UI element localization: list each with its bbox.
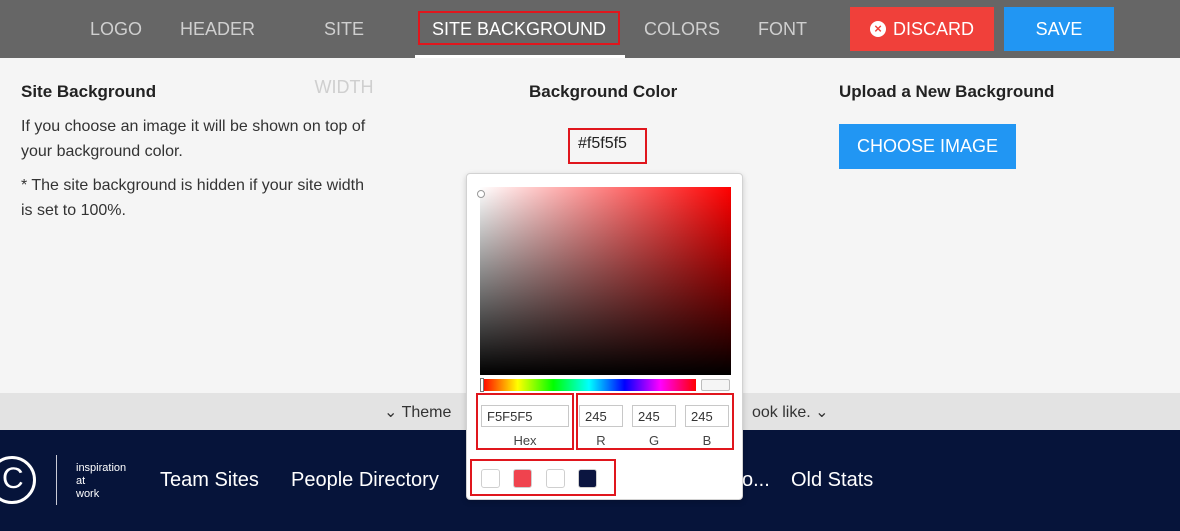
tab-site-background[interactable]: SITE BACKGROUND (420, 0, 618, 58)
saturation-handle[interactable] (477, 190, 485, 198)
tab-colors[interactable]: COLORS (644, 0, 720, 58)
nav-link-people-directory[interactable]: People Directory (291, 469, 439, 492)
red-input[interactable] (579, 405, 623, 427)
swatch-white[interactable] (481, 469, 500, 488)
nav-link-old-stats[interactable]: Old Stats (791, 469, 873, 492)
green-label: G (648, 433, 660, 448)
hex-input[interactable] (481, 405, 569, 427)
save-button[interactable]: SAVE (1004, 7, 1114, 51)
saturation-panel[interactable] (477, 187, 731, 375)
swatch-red[interactable] (513, 469, 532, 488)
logo-divider (56, 455, 57, 505)
active-tab-underline (415, 55, 625, 58)
tab-logo[interactable]: LOGO (90, 0, 142, 58)
tab-site-width[interactable]: SITE WIDTH (293, 0, 395, 97)
color-picker-popup: Hex R G B (466, 173, 743, 500)
site-background-title: Site Background (21, 82, 157, 101)
hue-handle[interactable] (480, 378, 484, 392)
theme-text-right[interactable]: ook like. ⌄ (752, 402, 829, 422)
red-label: R (596, 433, 606, 448)
upload-background-title: Upload a New Background (839, 82, 1055, 101)
close-circle-icon: × (869, 21, 886, 37)
hex-label: Hex (513, 433, 537, 448)
discard-button[interactable]: × DISCARD (850, 7, 994, 51)
hue-slider[interactable] (480, 378, 696, 392)
swatch-white-2[interactable] (546, 469, 565, 488)
green-input[interactable] (632, 405, 676, 427)
discard-label: DISCARD (892, 18, 974, 39)
brand-tagline: inspiration at work (76, 462, 127, 500)
top-toolbar: LOGO HEADER SITE WIDTH SITE BACKGROUND C… (0, 0, 1180, 97)
tab-font[interactable]: FONT (758, 0, 807, 58)
theme-text-left[interactable]: ⌄ Theme (384, 402, 451, 422)
background-color-title: Background Color (529, 82, 678, 101)
brand-logo-letter-icon: C (2, 462, 24, 495)
blue-input[interactable] (685, 405, 729, 427)
background-color-value[interactable]: #f5f5f5 (578, 135, 627, 153)
color-preview (701, 379, 730, 391)
nav-link-truncated[interactable]: o... (742, 469, 770, 492)
choose-image-button[interactable]: CHOOSE IMAGE (839, 124, 1016, 169)
nav-link-team-sites[interactable]: Team Sites (160, 469, 259, 492)
chevron-down-icon: ⌄ (815, 404, 829, 421)
chevron-down-icon: ⌄ (384, 404, 398, 421)
tab-header[interactable]: HEADER (180, 0, 255, 58)
swatch-navy[interactable] (578, 469, 597, 488)
site-background-description: If you choose an image it will be shown … (21, 118, 366, 160)
site-background-note: * The site background is hidden if your … (21, 177, 365, 219)
blue-label: B (702, 433, 712, 448)
